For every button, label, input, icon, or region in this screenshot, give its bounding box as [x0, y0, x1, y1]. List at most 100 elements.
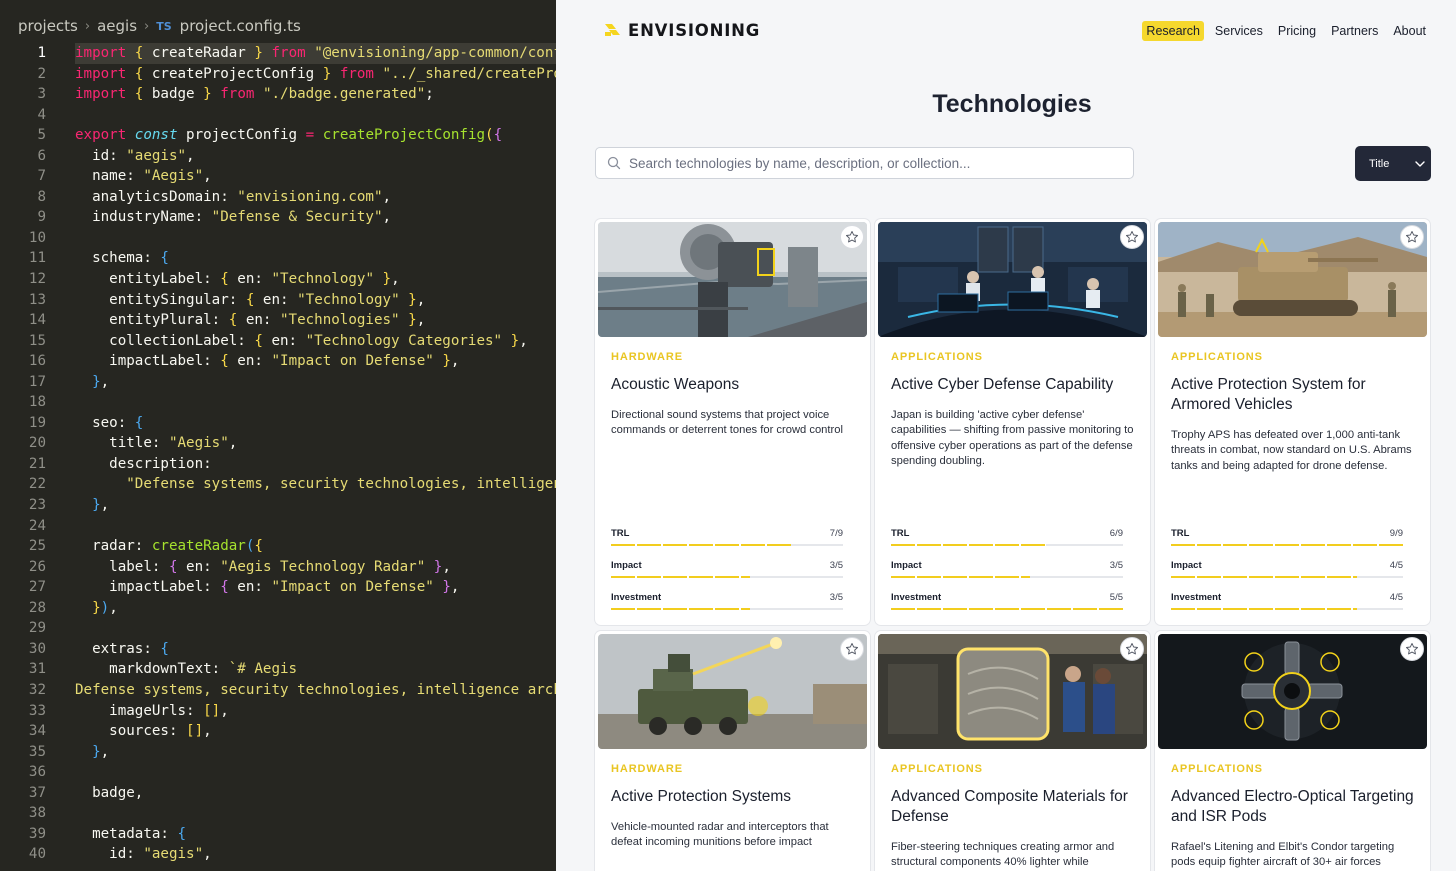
investment-bar-fill — [611, 608, 751, 610]
code-line[interactable]: 40 id: "aegis", — [0, 844, 556, 865]
code-text: collectionLabel: { en: "Technology Categ… — [75, 332, 528, 349]
code-text: industryName: "Defense & Security", — [75, 209, 392, 226]
nav-about[interactable]: About — [1389, 21, 1430, 41]
code-line[interactable]: 37 badge, — [0, 783, 556, 804]
code-line[interactable]: 36 — [0, 762, 556, 783]
code-line[interactable]: 14 entityPlural: { en: "Technologies" }, — [0, 310, 556, 331]
code-line[interactable]: 1 import { createRadar } from "@envisioni… — [0, 43, 556, 64]
favorite-star-icon[interactable] — [840, 637, 864, 661]
line-number: 38 — [28, 805, 46, 822]
code-text: }, — [92, 497, 110, 514]
favorite-star-icon[interactable] — [1120, 637, 1144, 661]
card-category: APPLICATIONS — [891, 763, 983, 775]
breadcrumb-file[interactable]: project.config.ts — [180, 17, 301, 35]
nav-research[interactable]: Research — [1142, 21, 1204, 41]
line-number: 26 — [28, 558, 46, 575]
main-nav: Research Services Pricing Partners About — [1142, 21, 1430, 41]
code-text: name: "Aegis", — [75, 168, 212, 185]
code-line[interactable]: 38 — [0, 803, 556, 824]
technology-card[interactable]: APPLICATIONS Active Cyber Defense Capabi… — [875, 219, 1150, 625]
card-title[interactable]: Advanced Composite Materials for Defense — [891, 787, 1141, 827]
code-line[interactable]: 23 }, — [0, 495, 556, 516]
breadcrumb-root[interactable]: projects — [18, 17, 78, 35]
search-input[interactable] — [629, 155, 1109, 171]
metric-value: 6/9 — [1109, 528, 1123, 539]
code-editor[interactable]: projects › aegis › TS project.config.ts … — [0, 0, 556, 871]
line-number: 19 — [28, 414, 46, 431]
code-line[interactable]: 24 — [0, 516, 556, 537]
code-line[interactable]: 33 imageUrls: [], — [0, 701, 556, 722]
metric-value: 7/9 — [829, 528, 843, 539]
code-line[interactable]: 22 "Defense systems, security technologi… — [0, 474, 556, 495]
code-line[interactable]: 35 }, — [0, 742, 556, 763]
favorite-star-icon[interactable] — [1400, 225, 1424, 249]
code-line[interactable]: 18 — [0, 392, 556, 413]
code-line[interactable]: 34 sources: [], — [0, 721, 556, 742]
code-line[interactable]: 3 import { badge } from "./badge.generate… — [0, 84, 556, 105]
impact-metric: Impact 3/5 — [891, 560, 1123, 578]
code-text: schema: { — [75, 250, 169, 267]
favorite-star-icon[interactable] — [1400, 637, 1424, 661]
code-line[interactable]: 19 seo: { — [0, 413, 556, 434]
breadcrumb-folder[interactable]: aegis — [97, 17, 137, 35]
code-line[interactable]: 4 — [0, 105, 556, 126]
code-line[interactable]: 31 markdownText: `# Aegis — [0, 659, 556, 680]
code-line[interactable]: 13 entitySingular: { en: "Technology" }, — [0, 290, 556, 311]
favorite-star-icon[interactable] — [840, 225, 864, 249]
code-line[interactable]: 11 schema: { — [0, 248, 556, 269]
investment-bar — [891, 608, 1123, 610]
code-line[interactable]: 20 title: "Aegis", — [0, 433, 556, 454]
page-title: Technologies — [932, 90, 1092, 118]
technology-card[interactable]: APPLICATIONS Advanced Electro-Optical Ta… — [1155, 631, 1430, 871]
favorite-star-icon[interactable] — [1120, 225, 1144, 249]
code-line[interactable]: 10 — [0, 228, 556, 249]
code-line[interactable]: 17 }, — [0, 372, 556, 393]
impact-bar-fill — [611, 576, 751, 578]
investment-bar — [1171, 608, 1403, 610]
search-box[interactable] — [595, 147, 1134, 179]
nav-services[interactable]: Services — [1211, 21, 1267, 41]
sort-label: Title — [1369, 157, 1390, 170]
card-image — [598, 222, 867, 337]
card-title[interactable]: Active Cyber Defense Capability — [891, 375, 1141, 395]
technology-card[interactable]: HARDWARE Active Protection Systems Vehic… — [595, 631, 870, 871]
code-text: markdownText: `# Aegis — [75, 661, 298, 678]
code-text: id: "aegis", — [75, 147, 195, 164]
card-title[interactable]: Active Protection System for Armored Veh… — [1171, 375, 1421, 415]
code-line[interactable]: 30 extras: { — [0, 639, 556, 660]
code-line[interactable]: 26 label: { en: "Aegis Technology Radar"… — [0, 557, 556, 578]
code-text: description: — [75, 455, 212, 472]
card-title[interactable]: Acoustic Weapons — [611, 375, 861, 395]
line-number: 24 — [28, 517, 46, 534]
sort-dropdown[interactable]: Title — [1355, 146, 1431, 181]
card-title[interactable]: Advanced Electro-Optical Targeting and I… — [1171, 787, 1421, 827]
code-line[interactable]: 29 — [0, 618, 556, 639]
line-number: 39 — [28, 825, 46, 842]
code-line[interactable]: 5 export const projectConfig = createProj… — [0, 125, 556, 146]
envisioning-logo[interactable]: ENVISIONING — [604, 21, 760, 40]
nav-partners[interactable]: Partners — [1327, 21, 1382, 41]
code-line[interactable]: 39 metadata: { — [0, 824, 556, 845]
technology-card[interactable]: APPLICATIONS Active Protection System fo… — [1155, 219, 1430, 625]
code-area[interactable]: 1 import { createRadar } from "@envisioni… — [0, 43, 556, 865]
technology-card[interactable]: APPLICATIONS Advanced Composite Material… — [875, 631, 1150, 871]
code-line[interactable]: 7 name: "Aegis", — [0, 166, 556, 187]
code-line[interactable]: 21 description: — [0, 454, 556, 475]
code-line[interactable]: 27 impactLabel: { en: "Impact on Defense… — [0, 577, 556, 598]
logo-mark-icon — [605, 23, 620, 36]
technology-card[interactable]: HARDWARE Acoustic Weapons Directional so… — [595, 219, 870, 625]
code-line[interactable]: 15 collectionLabel: { en: "Technology Ca… — [0, 331, 556, 352]
code-line[interactable]: 25 radar: createRadar({ — [0, 536, 556, 557]
nav-pricing[interactable]: Pricing — [1274, 21, 1320, 41]
code-line[interactable]: 6 id: "aegis", — [0, 146, 556, 167]
code-line[interactable]: 9 industryName: "Defense & Security", — [0, 207, 556, 228]
code-line[interactable]: 2 import { createProjectConfig } from "..… — [0, 64, 556, 85]
card-title[interactable]: Active Protection Systems — [611, 787, 861, 807]
card-description: Japan is building 'active cyber defense'… — [891, 409, 1134, 467]
code-line[interactable]: 16 impactLabel: { en: "Impact on Defense… — [0, 351, 556, 372]
code-text: entityLabel: { en: "Technology" }, — [75, 271, 400, 288]
code-line[interactable]: 8 analyticsDomain: "envisioning.com", — [0, 187, 556, 208]
code-line[interactable]: 32 Defense systems, security technologies… — [0, 680, 556, 701]
code-line[interactable]: 12 entityLabel: { en: "Technology" }, — [0, 269, 556, 290]
code-line[interactable]: 28 }), — [0, 598, 556, 619]
